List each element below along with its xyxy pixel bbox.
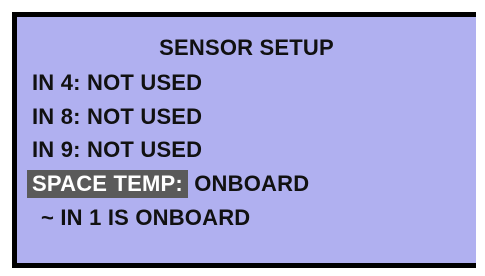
setting-label: IN 9: — [32, 137, 81, 162]
setting-value: NOT USED — [87, 137, 203, 162]
setting-label: IN 4: — [32, 70, 81, 95]
setting-value: ONBOARD — [194, 171, 310, 196]
screen-title: SENSOR SETUP — [159, 35, 334, 60]
lcd-screen: SENSOR SETUP IN 4: NOT USED IN 8: NOT US… — [17, 17, 476, 263]
setting-row-space-temp[interactable]: SPACE TEMP: ONBOARD — [27, 170, 310, 198]
setting-value: NOT USED — [87, 70, 203, 95]
selected-setting-label[interactable]: SPACE TEMP: — [27, 170, 188, 198]
setting-value: NOT USED — [87, 104, 203, 129]
setting-row-in4[interactable]: IN 4: NOT USED — [32, 69, 202, 97]
setting-row-in8[interactable]: IN 8: NOT USED — [32, 103, 202, 131]
setting-label: IN 8: — [32, 104, 81, 129]
info-note: ~ IN 1 IS ONBOARD — [41, 205, 251, 230]
setting-row-in9[interactable]: IN 9: NOT USED — [32, 136, 202, 164]
lcd-bezel: SENSOR SETUP IN 4: NOT USED IN 8: NOT US… — [12, 12, 476, 268]
